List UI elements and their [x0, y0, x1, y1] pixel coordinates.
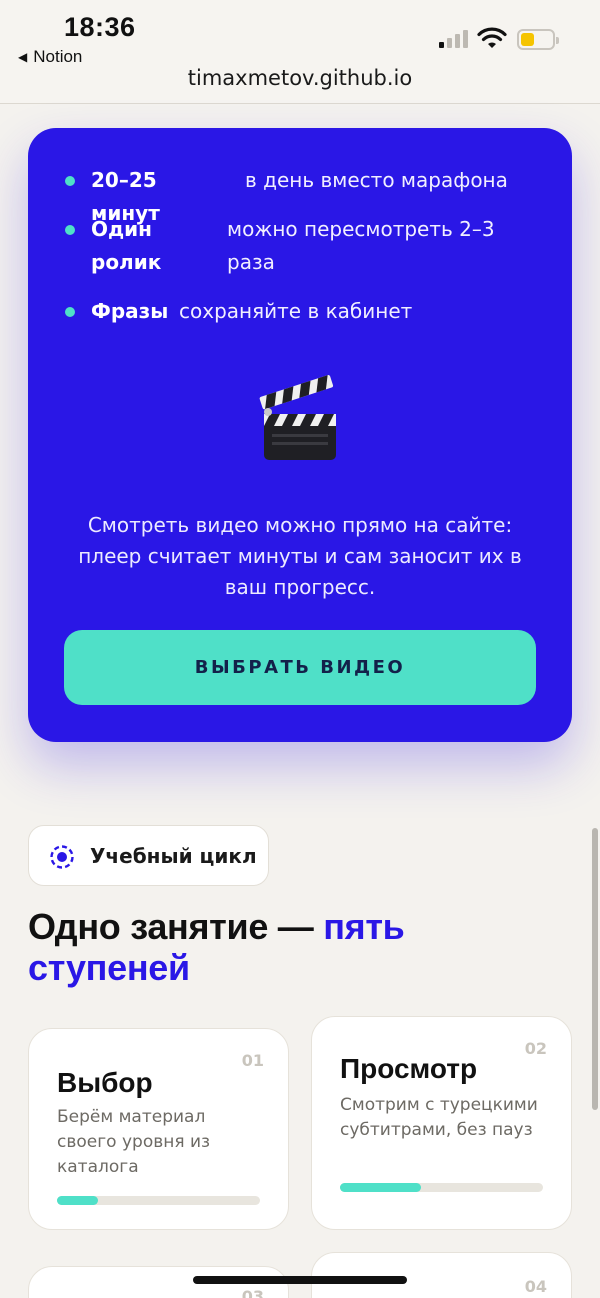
- step-number: 02: [524, 1039, 547, 1058]
- wifi-icon: [477, 27, 507, 48]
- clapperboard-icon: [259, 375, 336, 460]
- choose-video-button[interactable]: ВЫБРАТЬ ВИДЕО: [64, 630, 536, 705]
- heading-main: Одно занятие —: [28, 906, 324, 947]
- bullet-dot: [65, 225, 75, 235]
- feature-bold: Один ролик: [91, 217, 162, 274]
- step-card[interactable]: 01 Выбор Берём материал своего уровня из…: [28, 1028, 289, 1230]
- feature-text: сохраняйте в кабинет: [179, 299, 413, 323]
- back-app-label: Notion: [33, 47, 83, 66]
- cycle-icon: [50, 845, 74, 869]
- home-indicator[interactable]: [193, 1276, 407, 1284]
- step-title: Выбор: [57, 1067, 153, 1098]
- section-chip: Учебный цикл: [28, 825, 269, 886]
- section-chip-label: Учебный цикл: [90, 844, 257, 868]
- feature-text: можно пересмотреть 2–3 раза: [227, 217, 495, 274]
- step-number: 04: [524, 1277, 547, 1296]
- video-info-card: 20–25 минут в день вместо марафона Один …: [28, 128, 572, 742]
- clock: 18:36: [64, 12, 136, 42]
- step-number: 01: [241, 1051, 264, 1070]
- step-card[interactable]: 02 Просмотр Смотрим с турецкими субтитра…: [311, 1016, 572, 1230]
- back-to-app-link[interactable]: ◀ Notion: [18, 47, 82, 67]
- feature-bold: Фразы: [91, 299, 169, 323]
- step-title: Просмотр: [340, 1053, 478, 1084]
- cellular-signal-icon: [439, 30, 468, 48]
- video-description: Смотреть видео можно прямо на сайте: пле…: [78, 513, 522, 599]
- step-progress-fill: [340, 1183, 422, 1192]
- step-description: Смотрим с турецкими субтитрами, без пауз: [340, 1095, 538, 1140]
- step-number: 03: [241, 1287, 264, 1298]
- step-description: Берём материал своего уровня из каталога: [57, 1107, 211, 1177]
- bullet-dot: [65, 307, 75, 317]
- step-card[interactable]: 04: [311, 1252, 572, 1298]
- scrollbar[interactable]: [592, 828, 598, 1110]
- step-progress-bar: [57, 1196, 260, 1205]
- back-arrow-icon: ◀: [18, 50, 28, 64]
- battery-low-icon: [517, 29, 559, 50]
- step-progress-bar: [340, 1183, 543, 1192]
- feature-text: в день вместо марафона: [245, 168, 508, 192]
- address-bar[interactable]: timaxmetov.github.io: [0, 66, 600, 90]
- bullet-dot: [65, 176, 75, 186]
- section-heading: Одно занятие — пять ступеней: [28, 906, 548, 988]
- browser-status-bar: 18:36 ◀ Notion timaxmetov.github.io: [0, 0, 600, 104]
- step-progress-fill: [57, 1196, 98, 1205]
